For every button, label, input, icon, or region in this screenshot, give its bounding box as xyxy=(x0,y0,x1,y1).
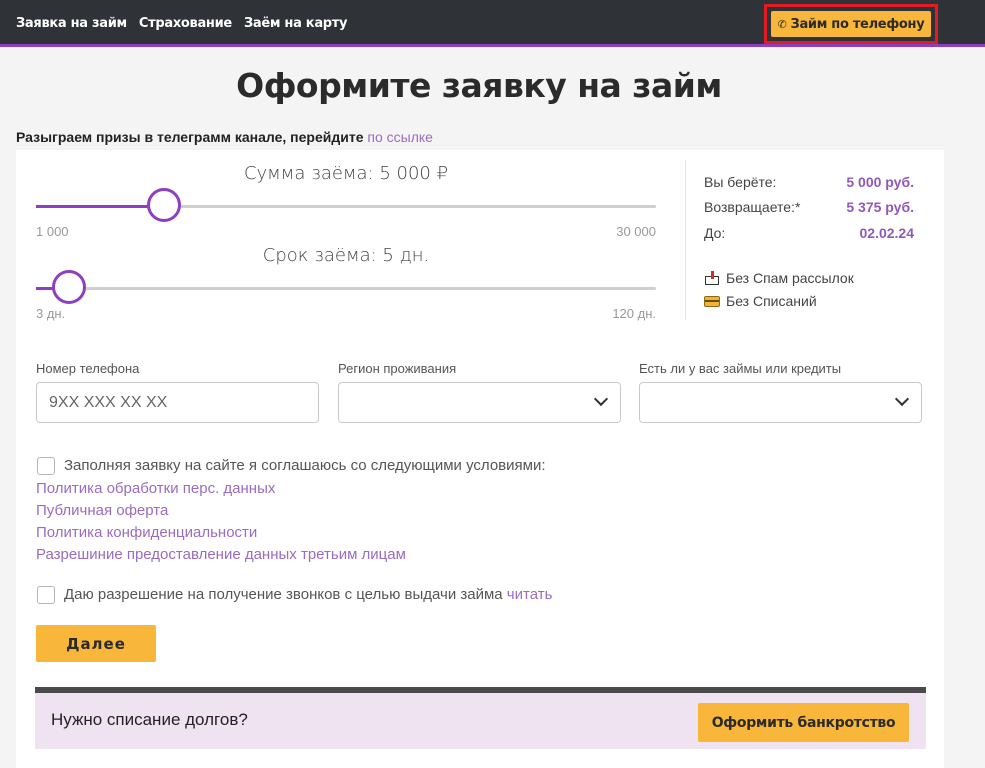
main-nav: Заявка на займ Страхование Заём на карту xyxy=(16,16,348,31)
calls-consent-text: Даю разрешение на получение звонков с це… xyxy=(64,586,507,603)
feature-no-charges: Без Списаний xyxy=(704,293,817,309)
gift-icon xyxy=(704,271,720,285)
top-nav-bar: Заявка на займ Страхование Заём на карту… xyxy=(0,0,985,47)
nav-item-loan-application[interactable]: Заявка на займ xyxy=(16,16,127,31)
promo-text: Разыграем призы в телеграмм канале, пере… xyxy=(16,129,433,145)
summary-until-value: 02.02.24 xyxy=(859,225,915,241)
feature-no-spam: Без Спам рассылок xyxy=(704,270,854,286)
calls-checkbox[interactable] xyxy=(37,586,55,604)
phone-loan-button[interactable]: ✆ Займ по телефону xyxy=(771,11,931,37)
link-privacy-policy[interactable]: Политика конфиденциальности xyxy=(36,524,257,541)
feature-no-spam-label: Без Спам рассылок xyxy=(726,270,854,286)
amount-slider-range: 1 000 30 000 xyxy=(36,224,656,239)
page-title: Оформите заявку на займ xyxy=(236,66,722,105)
amount-max-label: 30 000 xyxy=(616,224,656,239)
summary-return-label: Возвращаете:* xyxy=(704,199,801,215)
phone-loan-label: Займ по телефону xyxy=(790,16,925,32)
link-personal-data-policy[interactable]: Политика обработки перс. данных xyxy=(36,480,275,497)
term-slider-label: Срок заёма: 5 дн. xyxy=(262,245,430,266)
terms-checkbox[interactable] xyxy=(37,457,55,475)
summary-until-row: До: 02.02.24 xyxy=(704,225,914,241)
summary-take-label: Вы берёте: xyxy=(704,174,777,190)
region-field-label: Регион проживания xyxy=(338,361,457,376)
amount-slider-track[interactable] xyxy=(36,188,656,222)
nav-item-loan-to-card[interactable]: Заём на карту xyxy=(244,16,348,31)
term-slider-handle[interactable] xyxy=(51,270,86,304)
calls-read-link[interactable]: читать xyxy=(507,586,553,603)
phone-field-label: Номер телефона xyxy=(36,361,140,376)
chevron-down-icon xyxy=(593,391,609,407)
term-max-label: 120 дн. xyxy=(612,306,656,321)
debt-text: Нужно списание долгов? xyxy=(51,710,248,729)
loans-select[interactable] xyxy=(639,382,922,423)
region-select[interactable] xyxy=(338,382,621,423)
term-slider-track[interactable] xyxy=(36,270,656,304)
summary-return-row: Возвращаете:* 5 375 руб. xyxy=(704,199,914,215)
term-slider-range: 3 дн. 120 дн. xyxy=(36,306,656,321)
terms-text: Заполняя заявку на сайте я соглашаюсь со… xyxy=(64,457,546,474)
next-button[interactable]: Далее xyxy=(36,625,156,662)
amount-slider-fill xyxy=(36,205,165,208)
credit-card-icon xyxy=(704,295,720,307)
phone-input[interactable] xyxy=(37,383,318,422)
phone-loan-highlight: ✆ Займ по телефону xyxy=(764,4,938,44)
phone-field xyxy=(36,382,319,423)
loans-field-label: Есть ли у вас займы или кредиты xyxy=(639,361,842,376)
nav-item-insurance[interactable]: Страхование xyxy=(139,16,232,31)
amount-min-label: 1 000 xyxy=(36,224,69,239)
summary-return-value: 5 375 руб. xyxy=(846,199,914,215)
term-min-label: 3 дн. xyxy=(36,306,66,321)
summary-take-row: Вы берёте: 5 000 руб. xyxy=(704,174,914,190)
summary-divider xyxy=(685,160,686,320)
calls-text: Даю разрешение на получение звонков с це… xyxy=(64,586,552,603)
feature-no-charges-label: Без Списаний xyxy=(726,293,817,309)
debt-banner: Нужно списание долгов? Оформить банкротс… xyxy=(35,687,926,749)
chevron-down-icon xyxy=(894,391,910,407)
summary-until-label: До: xyxy=(704,225,726,241)
phone-icon: ✆ xyxy=(777,17,787,31)
promo-link[interactable]: по ссылке xyxy=(367,129,433,145)
summary-take-value: 5 000 руб. xyxy=(846,174,914,190)
bankruptcy-button[interactable]: Оформить банкротство xyxy=(698,703,909,742)
promo-message: Разыграем призы в телеграмм канале, пере… xyxy=(16,129,368,145)
link-public-offer[interactable]: Публичная оферта xyxy=(36,502,168,519)
amount-slider-label: Сумма заёма: 5 000 ₽ xyxy=(243,163,449,184)
link-third-party-data[interactable]: Разрешиние предоставление данных третьим… xyxy=(36,546,406,563)
